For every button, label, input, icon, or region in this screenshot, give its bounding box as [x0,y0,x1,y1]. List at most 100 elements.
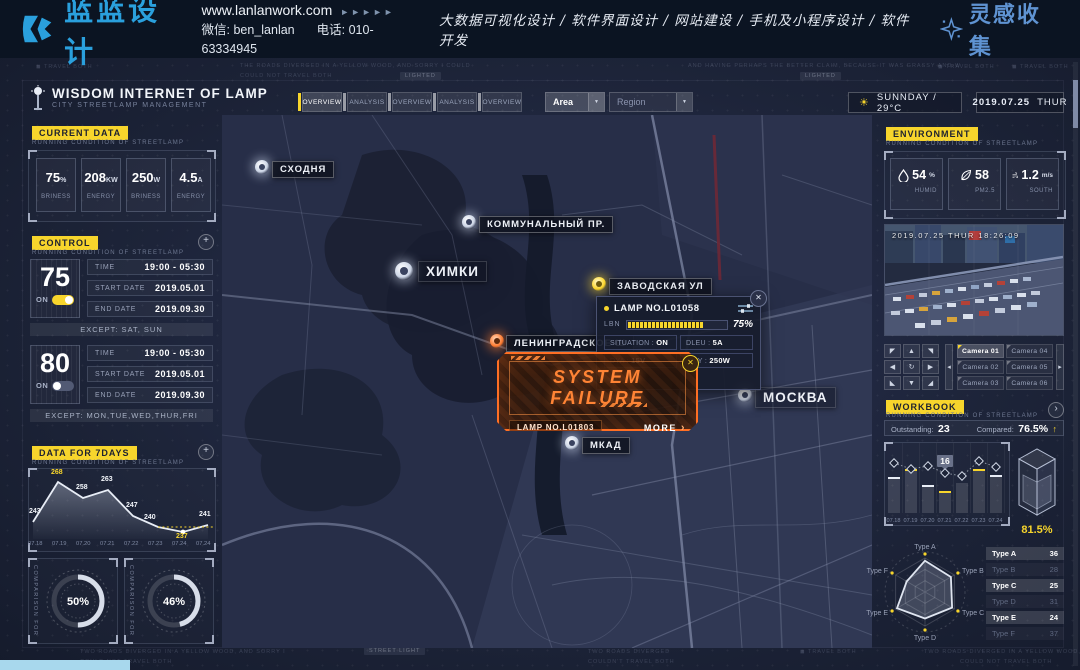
lamp-pin-warning[interactable] [592,277,606,291]
lamp-pin[interactable] [462,215,476,229]
map-label-moskva[interactable]: МОСКВА [755,387,836,408]
tab-overview-3[interactable]: OVERVIEW [482,92,522,112]
pan-down-button[interactable]: ▼ [903,376,920,390]
pan-up-button[interactable]: ▲ [903,344,920,358]
map-label-khimki[interactable]: ХИМКИ [418,261,487,282]
expand-week-button[interactable]: + [198,444,214,460]
camera-04-button[interactable]: Camera 04 [1006,344,1053,358]
lamp-pin[interactable] [738,388,752,402]
svg-text:Type A: Type A [914,544,936,551]
failure-title: SYSTEM FAILURE [550,367,645,408]
failure-close-icon[interactable]: ✕ [682,355,699,372]
stat-energy: 208KW ENERGY [81,158,121,212]
brightness-level-box-2: 80 ON [30,345,80,404]
promo-header: 蓝蓝设计 www.lanlanwork.com►►►►► 微信: ben_lan… [0,0,1080,58]
map-label-mkad[interactable]: МКАД [582,437,630,454]
map-label-skhodnya[interactable]: СХОДНЯ [272,161,334,178]
map-label-kommunalny[interactable]: КОММУНАЛЬНЫЙ ПР. [479,216,613,233]
add-schedule-button[interactable]: + [198,234,214,250]
type-row-b[interactable]: Type B28 [986,563,1064,576]
decor-text: TWO ROADS DIVERGED IN A YELLOW WOOD, AND… [80,649,286,655]
svg-text:Type D: Type D [914,635,936,642]
sun-icon: ☀ [859,96,870,109]
weekday-text: THUR [1037,97,1067,108]
pan-up-left-button[interactable]: ◤ [884,344,901,358]
pan-up-right-button[interactable]: ◥ [922,344,939,358]
camera-feed[interactable]: 2019.07.25 THUR 18:26:09 [884,224,1064,336]
tab-overview-2[interactable]: OVERVIEW [392,92,432,112]
camera-02-button[interactable]: Camera 02 [957,360,1004,374]
current-data-subtitle: RUNNING CONDITION OF STREETLAMP [32,140,184,146]
time-row: TIME19:00 - 05:30 [87,259,213,275]
caret-down-icon: ▼ [676,93,692,111]
date-text: 2019.07.25 [973,97,1031,108]
camera-feed-image [885,225,1063,335]
lamp-popup-title: LAMP NO.L01058 [614,303,733,314]
contact-info: www.lanlanwork.com►►►►► 微信: ben_lanlan电话… [202,0,440,58]
decor-text: TWO ROADS DIVERGED [588,649,670,655]
gauge-50: 50% [42,562,114,640]
services-tagline: 大数据可视化设计 / 软件界面设计 / 网站建设 / 手机及小程序设计 / 软件… [439,9,914,49]
decor-text: AND HAVING PERHAPS THE BETTER CLAIM, BEC… [688,63,961,69]
brand-name: 蓝蓝设计 [64,0,185,71]
failure-title-box: SYSTEM FAILURE [509,361,686,415]
close-icon[interactable]: ✕ [750,290,767,307]
pan-left-button[interactable]: ◀ [884,360,901,374]
env-wind: 1.2m/s SOUTH [1006,158,1059,210]
collect-logo[interactable]: 灵感收集 [940,0,1060,61]
camera-list-prev-button[interactable]: ◂ [945,344,953,390]
workbook-more-button[interactable]: › [1048,402,1064,418]
map-label-zavodskaya[interactable]: ЗАВОДСКАЯ УЛ [609,278,712,295]
type-row-a[interactable]: Type A36 [986,547,1064,560]
type-row-e[interactable]: Type E24 [986,611,1064,624]
comparison-gauge-box-1: COMPARISON FOR 50% [28,558,118,644]
scrollbar-track[interactable] [1073,62,1078,666]
reset-view-button[interactable]: ↻ [903,360,920,374]
lamp-pin-failure[interactable] [490,334,504,348]
tab-overview-1[interactable]: OVERVIEW [302,92,342,112]
tab-analysis-1[interactable]: ANALYSIS [347,92,387,112]
scrollbar-thumb[interactable] [1073,80,1078,128]
wind-icon [1012,170,1018,181]
env-humidity: 54% HUMID [890,158,943,210]
up-arrow-icon: ↑ [1053,424,1058,434]
decor-chip: STREET LIGHT [364,647,425,655]
camera-01-button[interactable]: Camera 01 [957,344,1004,358]
camera-timestamp: 2019.07.25 THUR 18:26:09 [892,231,1020,240]
tab-analysis-2[interactable]: ANALYSIS [437,92,477,112]
comparison-gauge-box-2: COMPARISON FOR 46% [124,558,214,644]
stat-watt: 250W BRINESS [126,158,166,212]
schedule-toggle-1[interactable] [52,295,74,305]
lamp-pin[interactable] [255,160,269,174]
sliders-icon[interactable] [738,304,753,313]
pan-down-left-button[interactable]: ◣ [884,376,901,390]
control-tag: CONTROL [32,236,98,250]
camera-list-next-button[interactable]: ▸ [1056,344,1064,390]
brightness-level-1: 75 [31,263,79,293]
svg-text:Type B: Type B [962,568,984,575]
type-row-f[interactable]: Type F37 [986,627,1064,640]
website-link[interactable]: www.lanlanwork.com [202,2,333,18]
lamp-pin[interactable] [565,436,579,450]
pan-right-button[interactable]: ▶ [922,360,939,374]
area-select[interactable]: Area ▼ [545,92,605,112]
brand[interactable]: 蓝蓝设计 [20,0,186,71]
schedule-toggle-2[interactable] [52,381,74,391]
region-select[interactable]: Region ▼ [609,92,693,112]
decor-text: THE ROADS DIVERGED IN A YELLOW WOOD, AND… [240,63,471,69]
decor-text: ◼ TRAVEL BOTH [800,649,857,655]
type-row-c[interactable]: Type C25 [986,579,1064,592]
weather-widget: ☀ SUNNDAY / 29°C [848,92,962,113]
camera-05-button[interactable]: Camera 05 [1006,360,1053,374]
lamp-dashboard-page: 蓝蓝设计 www.lanlanwork.com►►►►► 微信: ben_lan… [0,0,1080,670]
type-radar-chart: Type A Type B Type C Type D Type E Type … [866,540,984,646]
except-days-2: EXCEPT: MON,TUE,WED,THUR,FRI [30,409,213,422]
brightness-bar[interactable] [626,320,728,330]
camera-06-button[interactable]: Camera 06 [1006,376,1053,390]
type-row-d[interactable]: Type D31 [986,595,1064,608]
page-title: WISDOM INTERNET OF LAMP [52,86,268,101]
lamp-pin[interactable] [395,262,413,280]
page-subtitle: CITY STREETLAMP MANAGEMENT [52,102,207,109]
camera-03-button[interactable]: Camera 03 [957,376,1004,390]
pan-down-right-button[interactable]: ◢ [922,376,939,390]
